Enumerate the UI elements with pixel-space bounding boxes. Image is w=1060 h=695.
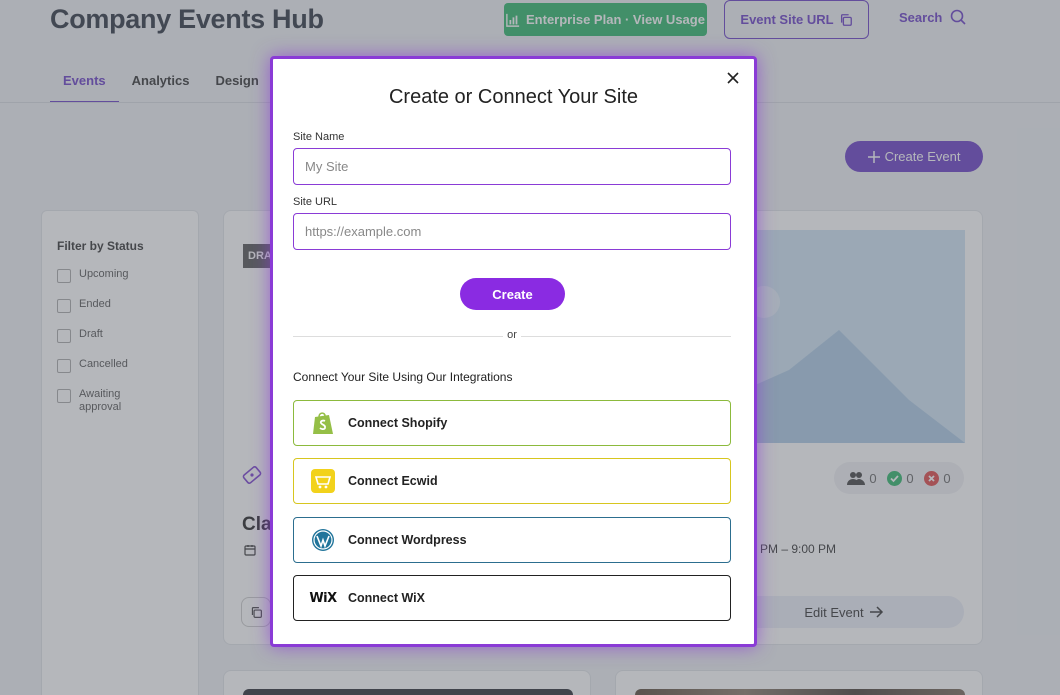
connect-shopify-button[interactable]: Connect Shopify <box>293 400 731 446</box>
close-icon[interactable] <box>726 71 740 85</box>
site-url-label: Site URL <box>293 196 338 208</box>
modal-title: Create or Connect Your Site <box>388 86 639 108</box>
create-connect-site-modal: Create or Connect Your Site Site Name Si… <box>270 56 757 647</box>
connect-ecwid-label: Connect Ecwid <box>348 474 438 488</box>
ecwid-logo <box>310 468 336 494</box>
divider <box>521 336 731 337</box>
site-name-label: Site Name <box>293 131 345 143</box>
integrations-title: Connect Your Site Using Our Integrations <box>293 370 513 384</box>
connect-ecwid-button[interactable]: Connect Ecwid <box>293 458 731 504</box>
divider <box>293 336 503 337</box>
wordpress-logo <box>310 527 336 553</box>
wix-logo: WiX <box>309 590 337 606</box>
connect-wix-button[interactable]: WiX Connect WiX <box>293 575 731 621</box>
or-separator: or <box>503 329 521 341</box>
connect-wordpress-button[interactable]: Connect Wordpress <box>293 517 731 563</box>
site-url-input[interactable] <box>293 213 731 250</box>
shopify-logo <box>310 410 336 436</box>
connect-wix-label: Connect WiX <box>348 591 425 605</box>
connect-shopify-label: Connect Shopify <box>348 416 448 430</box>
connect-wordpress-label: Connect Wordpress <box>348 533 467 547</box>
create-site-button[interactable]: Create <box>460 278 565 310</box>
site-name-input[interactable] <box>293 148 731 185</box>
